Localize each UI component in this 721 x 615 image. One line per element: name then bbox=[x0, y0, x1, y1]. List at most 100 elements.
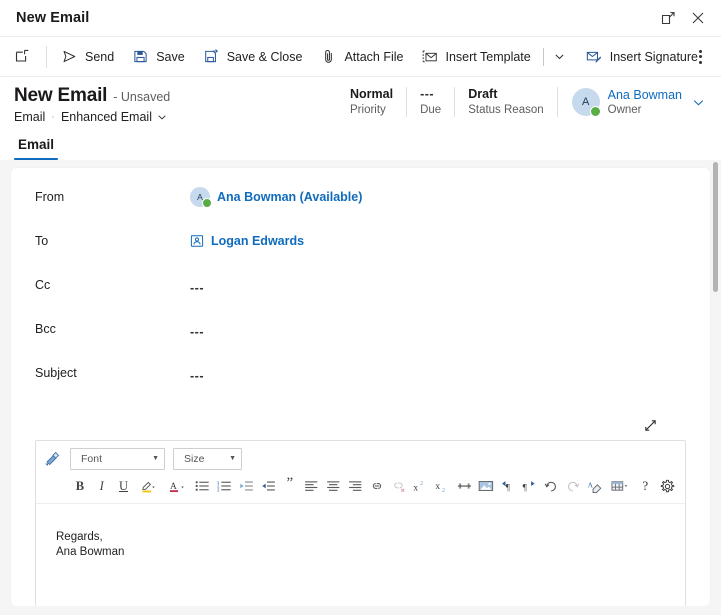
insert-signature-label: Insert Signature bbox=[609, 49, 698, 64]
owner-field[interactable]: A Ana Bowman Owner bbox=[558, 88, 707, 117]
insert-table-icon[interactable] bbox=[607, 476, 634, 496]
redo-icon[interactable] bbox=[563, 476, 583, 496]
superscript-icon[interactable]: x 2 bbox=[411, 476, 431, 496]
svg-text:3: 3 bbox=[217, 487, 220, 492]
presence-available-icon bbox=[589, 106, 601, 117]
underline-icon[interactable]: U bbox=[114, 476, 134, 496]
contact-card-icon bbox=[190, 234, 204, 248]
popout-icon[interactable] bbox=[653, 4, 683, 32]
form-name: Enhanced Email bbox=[60, 110, 152, 124]
insert-template-button[interactable]: Insert Template bbox=[413, 41, 540, 73]
due-label: Due bbox=[420, 104, 442, 116]
italic-icon[interactable]: I bbox=[92, 476, 112, 496]
record-header-stats: Normal Priority --- Due Draft Status Rea… bbox=[346, 85, 707, 117]
decrease-indent-icon[interactable] bbox=[236, 476, 256, 496]
owner-text: Ana Bowman Owner bbox=[608, 88, 682, 117]
more-commands-button[interactable] bbox=[687, 42, 713, 72]
open-in-new-window-icon-button[interactable] bbox=[4, 41, 41, 73]
breadcrumb-separator: · bbox=[51, 111, 55, 123]
stat-priority[interactable]: Normal Priority bbox=[346, 87, 406, 117]
form-scroll-area: From A Ana Bowman (Available) To Logan E… bbox=[0, 160, 721, 606]
field-cc-value[interactable]: --- bbox=[190, 274, 686, 299]
bulleted-list-icon[interactable] bbox=[193, 476, 213, 496]
insert-image-icon[interactable] bbox=[476, 476, 496, 496]
field-bcc: Bcc --- bbox=[11, 318, 710, 362]
paperclip-icon bbox=[320, 48, 337, 65]
tab-email[interactable]: Email bbox=[14, 137, 59, 160]
font-family-value: Font bbox=[81, 453, 103, 465]
svg-text:x: x bbox=[413, 484, 418, 493]
svg-text:¶: ¶ bbox=[522, 483, 527, 493]
attach-file-button[interactable]: Attach File bbox=[311, 41, 412, 73]
highlight-color-icon[interactable] bbox=[135, 476, 162, 496]
scrollbar-thumb[interactable] bbox=[713, 162, 718, 292]
send-button[interactable]: Send bbox=[52, 41, 123, 73]
owner-name[interactable]: Ana Bowman bbox=[608, 88, 682, 103]
save-icon bbox=[132, 48, 149, 65]
priority-label: Priority bbox=[350, 104, 386, 116]
clear-formatting-icon[interactable]: A bbox=[585, 476, 605, 496]
field-to-value[interactable]: Logan Edwards bbox=[190, 230, 686, 252]
insert-template-chevron-down-icon[interactable] bbox=[547, 41, 573, 73]
chevron-down-icon: ▼ bbox=[229, 454, 236, 462]
remove-link-icon[interactable] bbox=[389, 476, 409, 496]
align-left-icon[interactable] bbox=[302, 476, 322, 496]
entity-name: Email bbox=[14, 110, 46, 124]
format-painter-icon[interactable] bbox=[44, 451, 62, 467]
font-color-icon[interactable]: A bbox=[164, 476, 191, 496]
insert-template-label: Insert Template bbox=[445, 49, 531, 64]
more-dot bbox=[698, 55, 702, 58]
rich-text-editor: Font ▼ Size ▼ B I U A 1 2 3 ” x 2 x 2 ¶ … bbox=[35, 440, 686, 606]
save-and-close-button[interactable]: Save & Close bbox=[194, 41, 312, 73]
field-bcc-label: Bcc bbox=[35, 322, 56, 336]
owner-role-label: Owner bbox=[607, 103, 642, 116]
field-from-value[interactable]: A Ana Bowman (Available) bbox=[190, 186, 686, 208]
unsaved-status: - Unsaved bbox=[113, 90, 171, 104]
numbered-list-icon[interactable]: 1 2 3 bbox=[215, 476, 235, 496]
record-header-left: New Email - Unsaved Email · Enhanced Ema… bbox=[14, 85, 346, 124]
field-subject: Subject --- bbox=[11, 362, 710, 406]
expand-diagonal-icon[interactable] bbox=[643, 412, 658, 438]
left-to-right-icon[interactable]: ¶ bbox=[498, 476, 518, 496]
increase-indent-icon[interactable] bbox=[258, 476, 278, 496]
close-icon[interactable] bbox=[683, 4, 713, 32]
save-and-close-label: Save & Close bbox=[226, 49, 303, 64]
undo-icon[interactable] bbox=[541, 476, 561, 496]
email-body-text[interactable]: Regards, Ana Bowman bbox=[36, 504, 685, 606]
font-size-select[interactable]: Size ▼ bbox=[173, 448, 242, 470]
font-size-value: Size bbox=[184, 453, 205, 465]
bold-icon[interactable]: B bbox=[70, 476, 90, 496]
chevron-down-icon[interactable] bbox=[692, 96, 705, 109]
from-recipient-link[interactable]: Ana Bowman (Available) bbox=[217, 190, 362, 204]
right-to-left-icon[interactable]: ¶ bbox=[520, 476, 540, 496]
form-selector[interactable]: Enhanced Email bbox=[61, 110, 167, 124]
editor-expand-row bbox=[35, 412, 686, 438]
stat-due[interactable]: --- Due bbox=[407, 87, 454, 117]
field-subject-value[interactable]: --- bbox=[190, 362, 686, 387]
email-form-card: From A Ana Bowman (Available) To Logan E… bbox=[11, 168, 710, 606]
form-scrollbar[interactable] bbox=[712, 160, 719, 606]
tab-strip: Email bbox=[0, 124, 721, 160]
priority-value: Normal bbox=[350, 87, 394, 101]
editor-settings-icon[interactable] bbox=[657, 476, 677, 496]
help-icon[interactable]: ? bbox=[635, 476, 655, 496]
align-center-icon[interactable] bbox=[323, 476, 343, 496]
subscript-icon[interactable]: x 2 bbox=[432, 476, 452, 496]
body-line: Regards, bbox=[56, 531, 103, 543]
field-bcc-value[interactable]: --- bbox=[190, 318, 686, 343]
presence-available-icon bbox=[202, 198, 212, 208]
align-right-icon[interactable] bbox=[345, 476, 365, 496]
insert-link-icon[interactable] bbox=[367, 476, 387, 496]
stat-status-reason[interactable]: Draft Status Reason bbox=[455, 87, 556, 117]
tab-email-label: Email bbox=[18, 137, 55, 152]
window-title-bar: New Email bbox=[0, 0, 721, 37]
font-family-select[interactable]: Font ▼ bbox=[70, 448, 165, 470]
window-title: New Email bbox=[16, 10, 90, 26]
rte-toolbar: Font ▼ Size ▼ B I U A 1 2 3 ” x 2 x 2 ¶ … bbox=[36, 441, 685, 504]
save-button[interactable]: Save bbox=[123, 41, 194, 73]
strikethrough-icon[interactable] bbox=[454, 476, 474, 496]
blockquote-icon[interactable]: ” bbox=[280, 473, 300, 499]
to-recipient-link[interactable]: Logan Edwards bbox=[211, 234, 304, 248]
more-dot bbox=[698, 60, 702, 64]
field-cc: Cc --- bbox=[11, 274, 710, 318]
